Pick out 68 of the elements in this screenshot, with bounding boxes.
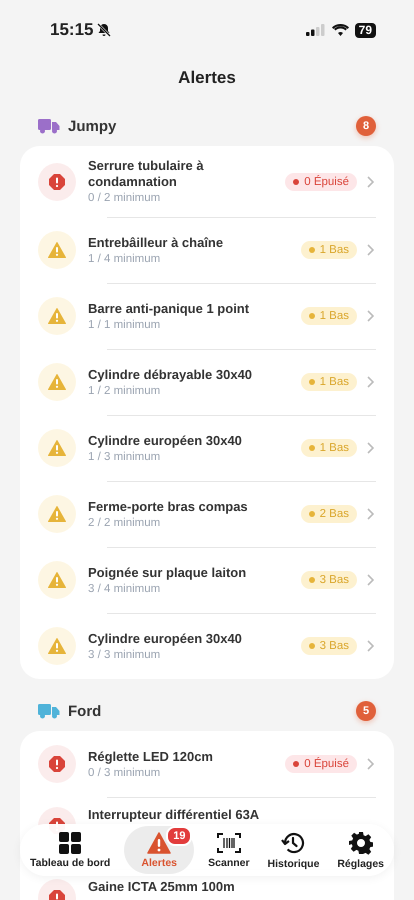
item-stock: 1 / 3 minimum — [88, 450, 162, 464]
status-time: 15:15 — [50, 20, 94, 40]
tab-item[interactable]: Historique — [263, 826, 324, 874]
item-name: Barre anti-panique 1 point — [88, 300, 250, 316]
warning-icon — [48, 308, 66, 324]
item-stock: 1 / 2 minimum — [88, 384, 162, 398]
item-stock: 2 / 2 minimum — [88, 516, 162, 530]
section-title: Jumpy — [68, 118, 116, 134]
tab-item[interactable]: Réglages — [333, 826, 388, 874]
bell-slash-icon — [97, 23, 112, 37]
tab-item[interactable]: Tableau de bord — [26, 826, 114, 874]
item-stock: 3 / 3 minimum — [88, 648, 162, 662]
warning-icon — [48, 638, 66, 654]
status-badge: 1 Bas — [300, 307, 357, 325]
status-badge: 0 Épuisé — [285, 172, 357, 190]
count-badge: 5 — [356, 701, 376, 721]
section-title: Ford — [68, 702, 102, 720]
status-badge: 1 Bas — [300, 241, 357, 259]
item-stock: 0 / 2 minimum — [88, 191, 162, 205]
tab-item[interactable]: Alertes 19 — [124, 826, 194, 874]
chevron-icon[interactable] — [367, 176, 374, 188]
chevron-icon[interactable] — [367, 574, 374, 586]
item-name: Réglette LED 120cm — [88, 748, 214, 764]
count-badge: 8 — [356, 116, 376, 136]
warning-icon — [48, 440, 66, 456]
chevron-icon[interactable] — [367, 508, 374, 520]
barcode-scan-icon — [216, 832, 241, 854]
item-name: Poignée sur plaque laiton — [88, 564, 248, 580]
chevron-icon[interactable] — [367, 310, 374, 322]
item-stock: 1 / 1 minimum — [88, 318, 162, 332]
warning-icon — [147, 832, 172, 854]
warning-icon — [48, 374, 66, 390]
chevron-icon[interactable] — [367, 640, 374, 652]
signal-icon — [306, 24, 326, 36]
item-stock: 3 / 4 minimum — [88, 582, 162, 596]
battery-level: 79 — [354, 22, 376, 38]
status-badge: 3 Bas — [300, 637, 357, 655]
chevron-icon[interactable] — [367, 376, 374, 388]
chevron-icon[interactable] — [367, 758, 374, 770]
warning-icon — [48, 506, 66, 522]
item-name: Interrupteur différentiel 63A — [88, 807, 260, 822]
status-badge: 2 Bas — [300, 505, 357, 523]
wifi-icon — [332, 24, 349, 36]
item-stock: 0 / 3 minimum — [88, 766, 162, 780]
item-name: Ferme-porte bras compas — [88, 498, 249, 514]
item-stock: 1 / 4 minimum — [88, 252, 162, 266]
chevron-icon[interactable] — [367, 442, 374, 454]
item-name: Serrure tubulaire à condamnation — [88, 158, 205, 190]
status-badge: 1 Bas — [300, 373, 357, 391]
item-name: Gaine ICTA 25mm 100m — [88, 879, 236, 894]
status-badge: 3 Bas — [300, 571, 357, 589]
status-badge: 1 Bas — [300, 439, 357, 457]
page-title: Alertes — [178, 68, 236, 88]
alert-octagon-icon — [49, 174, 65, 190]
notification-badge: 19 — [166, 826, 192, 846]
item-name: Cylindre européen 30x40 — [88, 630, 243, 646]
status-badge: 0 Épuisé — [285, 755, 357, 773]
warning-icon — [48, 572, 66, 588]
tab-item[interactable]: Scanner — [204, 826, 254, 874]
warning-icon — [48, 242, 66, 258]
item-name: Cylindre débrayable 30x40 — [88, 366, 254, 382]
item-name: Entrebâilleur à chaîne — [88, 234, 224, 250]
grid-icon — [59, 832, 82, 854]
history-icon — [281, 830, 306, 854]
alert-octagon-icon — [49, 756, 65, 772]
item-name: Cylindre européen 30x40 — [88, 432, 243, 448]
settings-icon — [348, 830, 373, 854]
chevron-icon[interactable] — [367, 244, 374, 256]
